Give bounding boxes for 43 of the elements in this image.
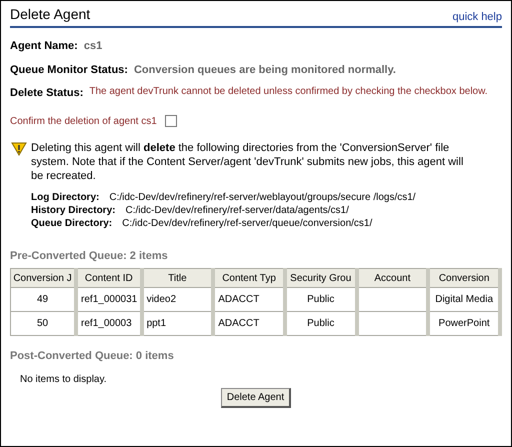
delete-agent-button[interactable]: Delete Agent [220,388,292,408]
table-cell: Public [284,288,357,312]
confirm-label: Confirm the deletion of agent cs1 [10,114,157,128]
empty-message: No items to display. [20,372,108,386]
table-cell: video2 [142,288,214,312]
table-cell [356,288,428,312]
table-cell: ADACCT [213,312,285,336]
table-cell: ppt1 [142,312,214,336]
table-cell: PowerPoint [428,312,500,336]
directory-path: C:/idc-Dev/dev/refinery/ref-server/data/agents/cs1/ [125,204,350,216]
warning-message: Deleting this agent will delete the following directories from the 'ConversionServer' file system. Note that if the Content Server/agent 'devTrunk' submits new jobs, this agent will be recreated. [31,140,464,182]
table-cell: 50 [10,312,76,336]
directory-label: Queue Directory: [31,216,112,230]
confirm-checkbox[interactable] [164,115,177,127]
field-value: Conversion queues are being monitored normally. [134,62,396,78]
table-cell: 49 [10,288,76,312]
status-message: The agent devTrunk cannot be deleted unless confirmed by checking the checkbox below. [89,85,488,99]
field-label: Queue Monitor Status: [10,62,128,78]
table-cell: ADACCT [213,288,285,312]
column-header[interactable]: Security Grou [284,268,357,288]
field-label: Delete Status: [10,86,84,101]
column-header[interactable]: Content Typ [213,268,285,288]
directory-path: C:/idc-Dev/dev/refinery/ref-server/weblayout/groups/secure /logs/cs1/ [109,190,417,204]
column-header[interactable]: Account [356,268,428,288]
column-header[interactable]: Conversion J [10,268,76,288]
table-cell [356,312,428,336]
directory-label: Log Directory: [31,190,100,204]
quick-help-link[interactable]: quick help [452,8,502,25]
table-cell: Public [284,312,357,336]
field-value: cs1 [84,39,102,54]
section-heading: Post-Converted Queue: 0 items [10,349,175,364]
table-cell: ref1_00003 [76,312,142,336]
column-header[interactable]: Title [142,268,214,288]
page-title: Delete Agent [10,5,90,24]
table-cell: Digital Media [428,288,500,312]
directory-label: History Directory: [31,204,116,216]
directory-path: C:/idc-Dev/dev/refinery/ref-server/queue/conversion/cs1/ [122,216,374,230]
column-header[interactable]: Content ID [76,268,142,288]
column-header[interactable]: Conversion [428,268,500,288]
warning-icon [11,142,27,156]
section-heading: Pre-Converted Queue: 2 items [10,248,169,264]
field-label: Agent Name: [10,39,78,54]
table-cell: ref1_000031 [76,288,142,312]
